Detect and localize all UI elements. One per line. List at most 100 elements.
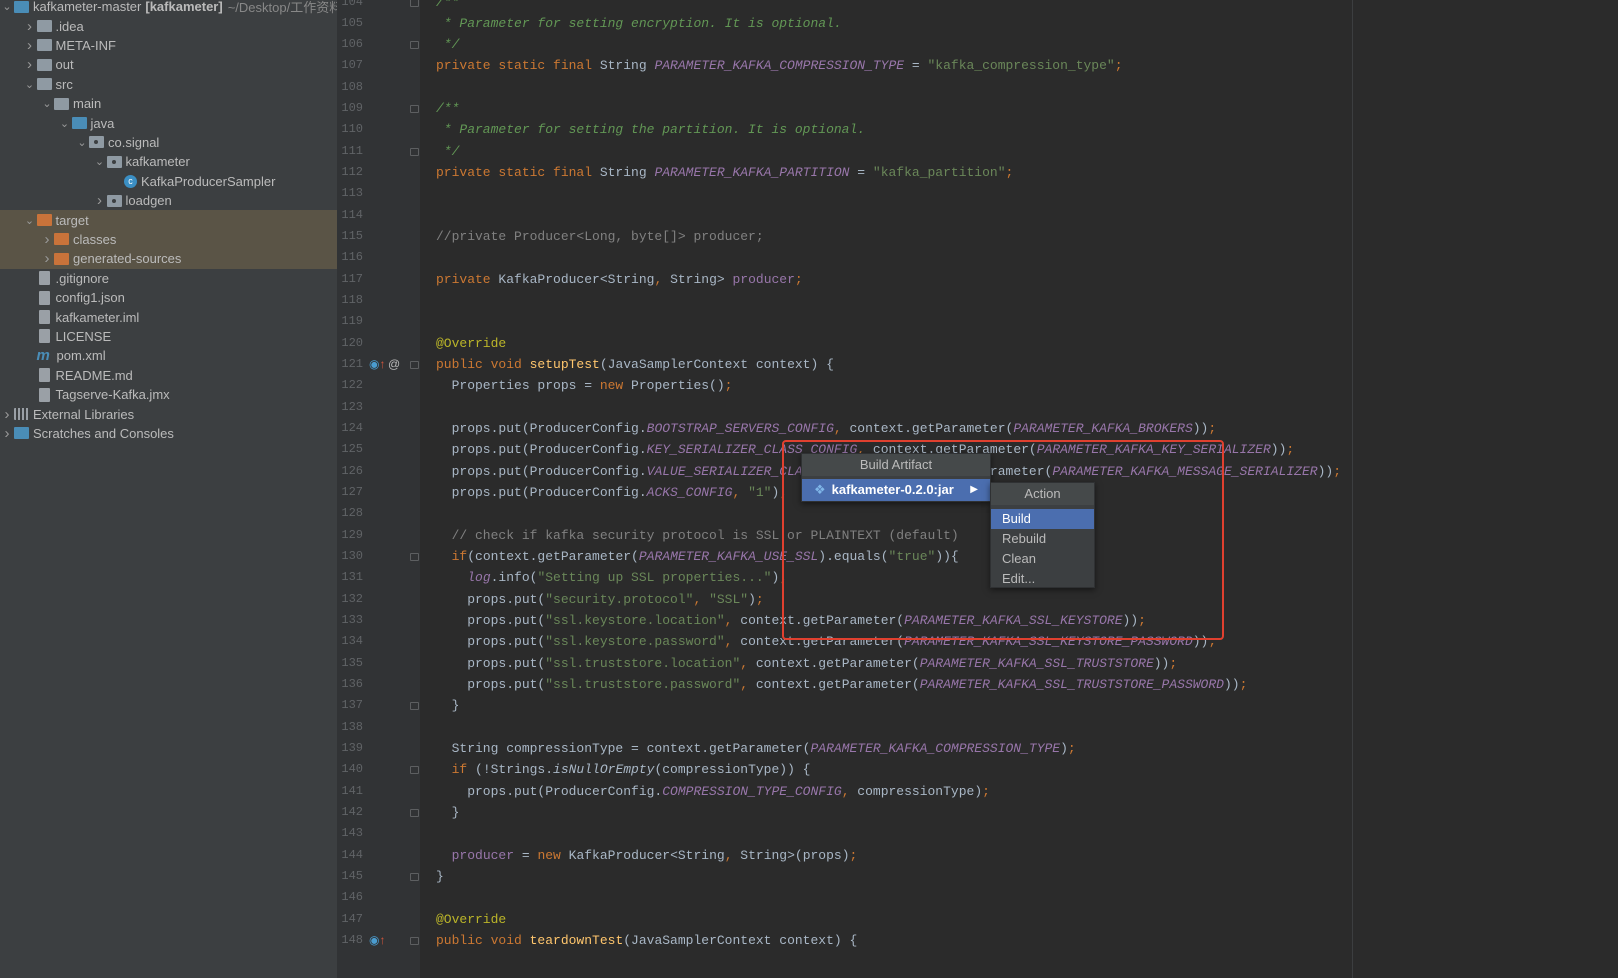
code-token: ; xyxy=(1005,165,1014,181)
tree-item[interactable]: › External Libraries xyxy=(0,404,337,423)
chevron-right-icon[interactable]: › xyxy=(0,406,14,423)
code-token: = xyxy=(849,165,873,181)
fold-marker-icon[interactable] xyxy=(410,766,419,775)
chevron-down-icon[interactable]: ⌄ xyxy=(23,214,37,227)
tree-item[interactable]: README.md xyxy=(0,366,337,385)
fold-marker-icon[interactable] xyxy=(410,0,419,7)
tree-item[interactable]: m pom.xml xyxy=(0,346,337,365)
tree-item[interactable]: Tagserve-Kafka.jmx xyxy=(0,385,337,404)
action-item-rebuild[interactable]: Rebuild xyxy=(991,529,1094,549)
tree-item[interactable]: › Scratches and Consoles xyxy=(0,424,337,443)
action-item-edit[interactable]: Edit... xyxy=(991,569,1094,589)
tree-item[interactable]: config1.json xyxy=(0,288,337,307)
code-token: , xyxy=(693,591,710,607)
right-margin-guide xyxy=(1352,0,1353,978)
code-token: , xyxy=(740,655,756,671)
code-token: ; xyxy=(1169,655,1178,671)
fold-marker-icon[interactable] xyxy=(410,809,419,818)
tree-item-label: .idea xyxy=(55,18,84,34)
tree-item[interactable]: ⌄ kafkameter-master [kafkameter] ~/Desktop/… xyxy=(0,0,337,16)
tree-item-label: out xyxy=(55,57,74,73)
tree-item[interactable]: ⌄ kafkameter xyxy=(0,152,337,171)
code-token: props.put( xyxy=(436,613,546,629)
tree-item[interactable]: › META-INF xyxy=(0,36,337,55)
tree-item[interactable]: › .idea xyxy=(0,16,337,35)
tree-item[interactable]: ⌄ target xyxy=(0,210,337,230)
code-token: )) xyxy=(1153,655,1170,671)
chevron-down-icon[interactable]: ⌄ xyxy=(58,117,72,130)
fold-marker-icon[interactable] xyxy=(410,361,419,370)
tree-item[interactable]: ⌄ java xyxy=(0,113,337,132)
fold-marker-icon[interactable] xyxy=(410,937,419,946)
excluded-folder-icon xyxy=(54,233,69,246)
chevron-down-icon[interactable]: ⌄ xyxy=(75,136,89,149)
code-token: "SSL" xyxy=(709,591,749,607)
tree-item-label: LICENSE xyxy=(55,328,112,344)
tree-item[interactable]: ⌄ src xyxy=(0,75,337,94)
tree-item[interactable]: › out xyxy=(0,55,337,74)
line-number: 104 xyxy=(341,0,363,9)
override-method-icon[interactable]: ◉↑ xyxy=(369,354,385,375)
submenu-title: Action xyxy=(991,483,1094,505)
code-token: "ssl.keystore.location" xyxy=(545,613,725,629)
line-number: 124 xyxy=(341,421,363,436)
fold-marker-icon[interactable] xyxy=(410,702,419,711)
annotation-icon[interactable]: @ xyxy=(388,354,400,375)
code-token: ) xyxy=(748,591,756,607)
code-token: "ssl.keystore.password" xyxy=(545,634,725,650)
artifact-label: kafkameter-0.2.0:jar xyxy=(831,482,954,497)
tree-item[interactable]: ⌄ co.signal xyxy=(0,133,337,152)
excluded-folder-icon xyxy=(54,252,69,265)
override-method-icon[interactable]: ◉↑ xyxy=(369,930,385,951)
tree-item[interactable]: › loadgen xyxy=(0,191,337,210)
fold-marker-icon[interactable] xyxy=(410,873,419,882)
fold-marker-icon[interactable] xyxy=(410,147,419,156)
chevron-right-icon[interactable]: › xyxy=(23,18,37,35)
fold-marker-icon[interactable] xyxy=(410,41,419,50)
code-line: */ xyxy=(436,141,460,162)
line-number: 112 xyxy=(341,165,363,180)
module-folder-icon xyxy=(14,0,29,13)
chevron-right-icon[interactable]: › xyxy=(0,425,14,442)
action-item-build[interactable]: Build xyxy=(991,509,1094,529)
line-number: 132 xyxy=(341,591,363,606)
chevron-right-icon[interactable]: › xyxy=(23,56,37,73)
code-token: compressionType) xyxy=(857,783,983,799)
tree-item[interactable]: LICENSE xyxy=(0,327,337,346)
action-item-clean[interactable]: Clean xyxy=(991,549,1094,569)
line-number: 107 xyxy=(341,58,363,73)
code-line: } xyxy=(436,802,460,823)
chevron-right-icon[interactable]: › xyxy=(40,250,54,267)
code-token: ; xyxy=(1333,463,1341,479)
tree-item-label: java xyxy=(90,115,115,131)
line-number: 106 xyxy=(341,37,363,52)
tree-item[interactable]: › generated-sources xyxy=(0,249,337,269)
code-line: props.put("ssl.truststore.password", con… xyxy=(436,674,1247,695)
tree-item-label: main xyxy=(73,96,102,112)
line-number: 131 xyxy=(341,570,363,585)
code-token: */ xyxy=(436,143,460,159)
tree-item-label: Scratches and Consoles xyxy=(33,425,174,441)
chevron-down-icon[interactable]: ⌄ xyxy=(0,0,14,13)
line-number: 114 xyxy=(341,207,363,222)
code-token: , xyxy=(724,613,741,629)
tree-item[interactable]: kafkameter.iml xyxy=(0,307,337,326)
code-token: ; xyxy=(849,847,858,863)
chevron-down-icon[interactable]: ⌄ xyxy=(23,78,37,91)
chevron-right-icon[interactable]: › xyxy=(40,231,54,248)
folder-icon xyxy=(36,78,52,91)
tree-item-label: target xyxy=(55,212,89,228)
chevron-right-icon[interactable]: › xyxy=(93,192,107,209)
tree-item[interactable]: › classes xyxy=(0,229,337,250)
tree-item-label: META-INF xyxy=(55,37,116,53)
tree-item[interactable]: ⌄ main xyxy=(0,94,337,113)
chevron-down-icon[interactable]: ⌄ xyxy=(40,97,54,110)
artifact-item[interactable]: ❖ kafkameter-0.2.0:jar ▶ xyxy=(802,479,990,501)
fold-marker-icon[interactable] xyxy=(410,105,419,114)
chevron-down-icon[interactable]: ⌄ xyxy=(93,155,107,168)
tree-item[interactable]: .gitignore xyxy=(0,269,337,288)
tree-item[interactable]: c KafkaProducerSampler xyxy=(0,172,337,191)
chevron-right-icon[interactable]: › xyxy=(23,37,37,54)
fold-marker-icon[interactable] xyxy=(410,553,419,562)
line-number: 108 xyxy=(341,79,363,94)
